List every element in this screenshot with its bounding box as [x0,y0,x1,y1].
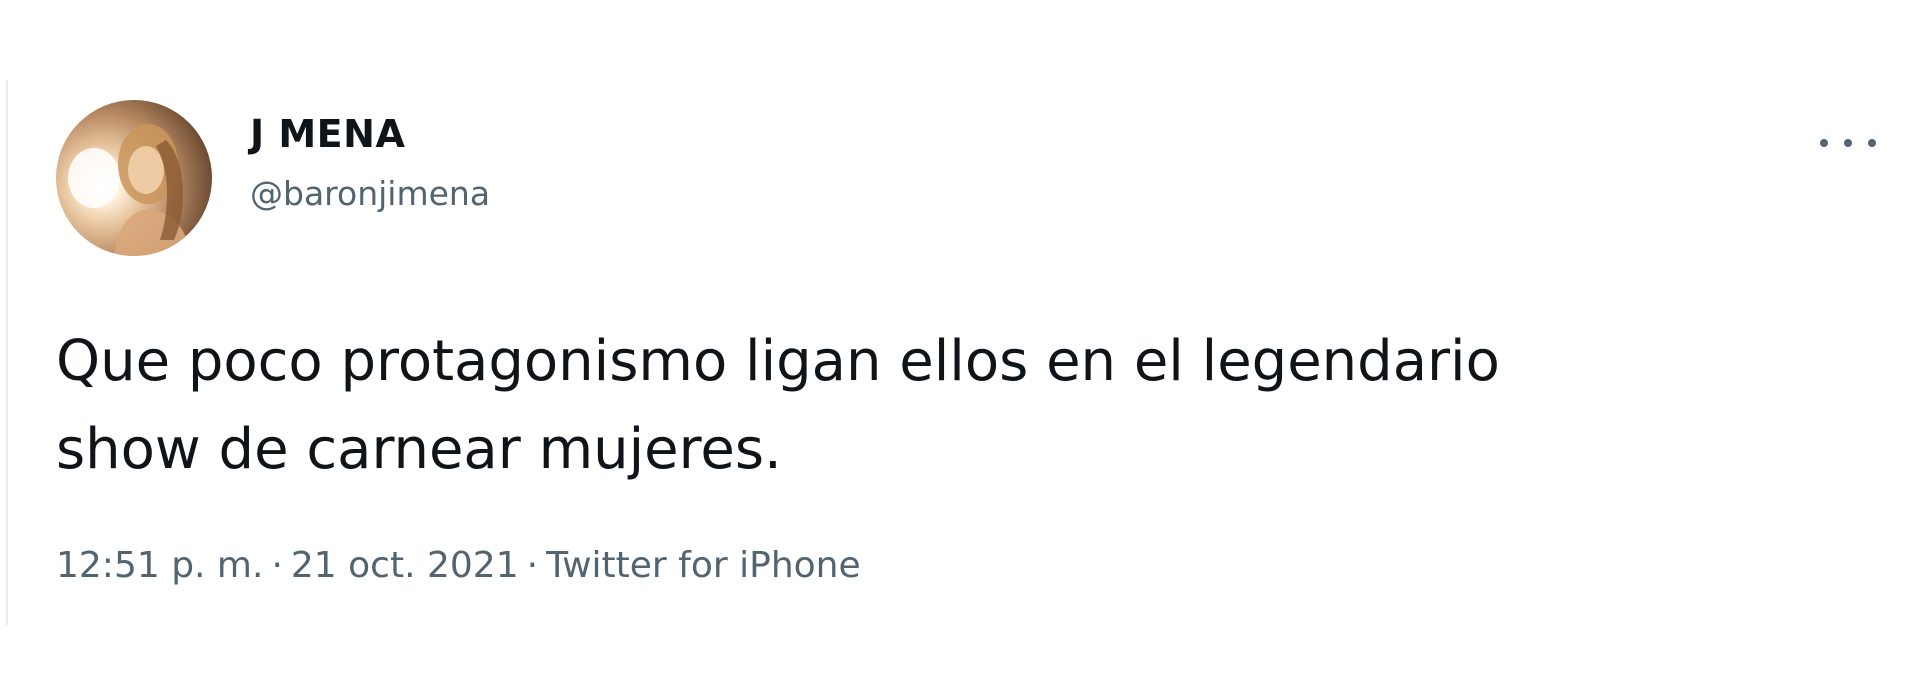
separator: · [271,545,283,586]
tweet-date[interactable]: 21 oct. 2021 [291,545,519,586]
more-horizontal-icon-dot [1868,139,1876,147]
tweet-source-link[interactable]: Twitter for iPhone [546,545,861,586]
more-horizontal-icon-dot [1844,139,1852,147]
more-horizontal-icon [1820,139,1828,147]
separator: · [526,545,539,586]
tweet-text-line: Que poco protagonismo ligan ellos en el … [56,329,1500,394]
display-name[interactable]: Ј MENA [250,112,490,156]
avatar-photo-icon [68,124,192,256]
tweet-card: Ј MENA @baronjimena Que poco protagonism… [0,0,1920,700]
more-options-button[interactable] [1820,128,1876,158]
user-handle[interactable]: @baronjimena [250,174,490,214]
tweet-header: Ј MENA @baronjimena [250,112,490,214]
tweet-text: Que poco protagonismo ligan ellos en el … [56,318,1756,494]
tweet-text-line: show de carnear mujeres. [56,417,782,482]
avatar[interactable] [56,100,212,256]
tweet-metadata: 12:51 p. m. · 21 oct. 2021 · Twitter for iPh… [56,544,861,588]
tweet-time[interactable]: 12:51 p. m. [56,545,263,586]
card-border [6,80,8,625]
